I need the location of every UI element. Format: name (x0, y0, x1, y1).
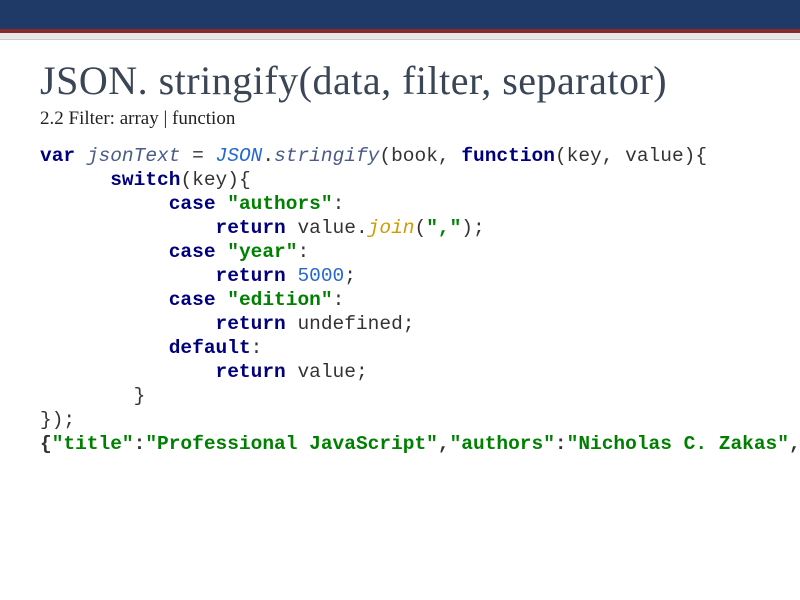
code-block: var jsonText = JSON.stringify(book, func… (40, 144, 760, 456)
text-joinopen: ( (414, 217, 426, 239)
text-params: (key, value){ (555, 145, 707, 167)
method-join: join (368, 217, 415, 239)
string-year: "year" (227, 241, 297, 263)
keyword-return-4: return (216, 361, 286, 383)
slide-subtitle: 2.2 Filter: array | function (40, 108, 760, 130)
out-colon-1: : (134, 433, 146, 455)
keyword-case-3: case (169, 289, 216, 311)
number-5000: 5000 (297, 265, 344, 287)
string-edition: "edition" (227, 289, 332, 311)
keyword-return-1: return (216, 217, 286, 239)
text-closeall: }); (40, 409, 75, 431)
text-undefined: undefined; (286, 313, 415, 335)
string-comma: "," (426, 217, 461, 239)
keyword-return-3: return (216, 313, 286, 335)
keyword-switch: switch (110, 169, 180, 191)
out-comma-1: , (438, 433, 450, 455)
keyword-return-2: return (216, 265, 286, 287)
out-authors-key: "authors" (450, 433, 555, 455)
text-closebrace: } (40, 385, 145, 407)
out-comma-2: , (789, 433, 800, 455)
out-title-key: "title" (52, 433, 134, 455)
text-colon-3: : (333, 289, 345, 311)
slide-content: JSON. stringify(data, filter, separator)… (0, 40, 800, 456)
string-authors: "authors" (227, 193, 332, 215)
keyword-function: function (461, 145, 555, 167)
text-switcharg: (key){ (180, 169, 250, 191)
identifier-jsonText: jsonText (87, 145, 181, 167)
text-open: (book, (379, 145, 461, 167)
slide-title: JSON. stringify(data, filter, separator) (40, 58, 760, 104)
out-open: { (40, 433, 52, 455)
text-valuedot: value. (286, 217, 368, 239)
text-colon-1: : (333, 193, 345, 215)
type-json: JSON (216, 145, 263, 167)
text-value: value; (286, 361, 368, 383)
text-dot: . (262, 145, 274, 167)
text-eq: = (180, 145, 215, 167)
keyword-case-2: case (169, 241, 216, 263)
text-colon-2: : (297, 241, 309, 263)
text-joinclose: ); (461, 217, 484, 239)
out-colon-2: : (555, 433, 567, 455)
text-colon-4: : (251, 337, 263, 359)
keyword-var: var (40, 145, 75, 167)
text-semi-1: ; (344, 265, 356, 287)
keyword-default: default (169, 337, 251, 359)
header-bar-dark (0, 0, 800, 29)
output-line: {"title":"Professional JavaScript","auth… (40, 433, 800, 455)
header-bar-light (0, 33, 800, 40)
out-title-val: "Professional JavaScript" (145, 433, 438, 455)
out-authors-val: "Nicholas C. Zakas" (567, 433, 789, 455)
keyword-case-1: case (169, 193, 216, 215)
method-stringify: stringify (274, 145, 379, 167)
